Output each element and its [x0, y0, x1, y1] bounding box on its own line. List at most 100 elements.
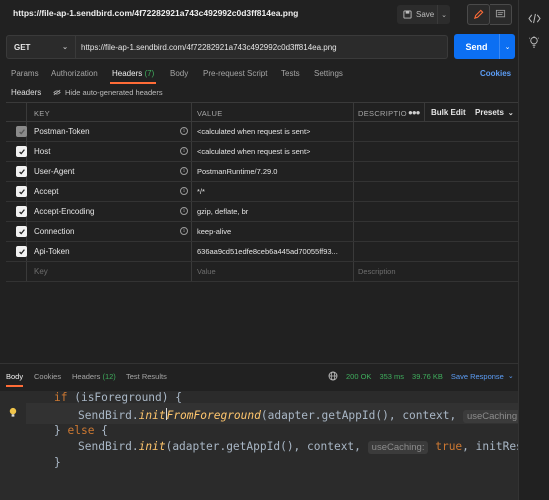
checkbox[interactable]	[16, 186, 27, 197]
info-icon[interactable]: i	[180, 127, 188, 135]
response-divider[interactable]	[0, 363, 518, 364]
method-select[interactable]: GET ⌄	[6, 35, 76, 59]
new-key-input[interactable]: Key	[34, 267, 48, 276]
response-tab-test-results[interactable]: Test Results	[126, 372, 167, 381]
checkbox[interactable]	[16, 226, 27, 237]
bulk-edit-button[interactable]: Bulk Edit	[431, 108, 466, 117]
request-tabs: Params Authorization Headers (7) Body Pr…	[0, 64, 518, 84]
send-label[interactable]: Send	[454, 42, 499, 52]
lightbulb-icon[interactable]	[8, 407, 18, 418]
header-key[interactable]: Accept-Encoding	[34, 207, 94, 216]
column-description: DESCRIPTIO	[358, 109, 407, 118]
active-response-tab-indicator	[6, 385, 23, 387]
cookies-link[interactable]: Cookies	[480, 69, 511, 78]
header-key[interactable]: Api-Token	[34, 247, 70, 256]
eye-off-icon	[53, 89, 61, 96]
save-button[interactable]: Save ⌄	[397, 5, 450, 24]
tab-settings[interactable]: Settings	[314, 69, 343, 78]
tab-headers-count: (7)	[144, 69, 155, 78]
tab-authorization[interactable]: Authorization	[51, 69, 98, 78]
send-button[interactable]: Send ⌄	[454, 34, 515, 59]
save-icon	[403, 10, 412, 19]
save-button-main[interactable]: Save	[397, 5, 437, 24]
tab-headers[interactable]: Headers (7)	[112, 69, 154, 78]
tab-body[interactable]: Body	[170, 69, 188, 78]
table-row[interactable]: Accept i */*	[6, 182, 518, 202]
new-description-input[interactable]: Description	[358, 267, 396, 276]
method-value: GET	[14, 42, 31, 52]
hide-auto-label: Hide auto-generated headers	[65, 88, 163, 97]
new-value-input[interactable]: Value	[197, 267, 216, 276]
code-line: if (isForeground) {	[54, 391, 182, 404]
right-sidebar	[518, 0, 549, 500]
response-tab-headers-count: (12)	[102, 372, 116, 381]
checkbox-disabled[interactable]	[16, 126, 27, 137]
header-value[interactable]: gzip, deflate, br	[197, 207, 248, 216]
header-key[interactable]: Host	[34, 147, 50, 156]
response-tab-cookies[interactable]: Cookies	[34, 372, 61, 381]
table-row[interactable]: User-Agent i PostmanRuntime/7.29.0	[6, 162, 518, 182]
column-key: KEY	[34, 109, 50, 118]
header-value[interactable]: PostmanRuntime/7.29.0	[197, 167, 277, 176]
info-icon[interactable]: i	[180, 147, 188, 155]
response-status: 200 OK 353 ms 39.76 KB Save Response ⌄	[328, 371, 514, 381]
hide-auto-generated-toggle[interactable]: Hide auto-generated headers	[53, 88, 163, 97]
info-icon[interactable]: i	[180, 187, 188, 195]
info-icon[interactable]: i	[180, 207, 188, 215]
header-key[interactable]: Accept	[34, 187, 58, 196]
globe-icon[interactable]	[328, 371, 338, 381]
table-row[interactable]: Host i <calculated when request is sent>	[6, 142, 518, 162]
response-size[interactable]: 39.76 KB	[412, 372, 443, 381]
response-body-viewer[interactable]: if (isForeground) { SendBird.initFromFor…	[0, 391, 518, 500]
checkbox[interactable]	[16, 146, 27, 157]
info-icon[interactable]: i	[180, 227, 188, 235]
table-row[interactable]: Accept-Encoding i gzip, deflate, br	[6, 202, 518, 222]
request-title[interactable]: https://file-ap-1.sendbird.com/4f7228292…	[13, 8, 298, 18]
chevron-down-icon: ⌄	[62, 44, 68, 51]
save-label: Save	[416, 10, 435, 19]
presets-label: Presets	[475, 108, 504, 117]
header-value[interactable]: */*	[197, 187, 205, 196]
table-row[interactable]: Connection i keep-alive	[6, 222, 518, 242]
column-divider	[424, 102, 425, 122]
response-tab-headers-label: Headers	[72, 372, 101, 381]
response-tab-headers[interactable]: Headers (12)	[72, 372, 116, 381]
presets-dropdown[interactable]: Presets ⌄	[475, 108, 514, 117]
checkbox[interactable]	[16, 166, 27, 177]
header-key[interactable]: Postman-Token	[34, 127, 90, 136]
info-icon[interactable]: i	[180, 167, 188, 175]
checkbox[interactable]	[16, 206, 27, 217]
header-key[interactable]: User-Agent	[34, 167, 74, 176]
table-row[interactable]: Api-Token 636aa9cd51edfe8ceb6a445ad70055…	[6, 242, 518, 262]
chevron-down-icon: ⌄	[507, 373, 514, 380]
pencil-icon[interactable]	[467, 4, 490, 25]
send-options-chevron-icon[interactable]: ⌄	[499, 34, 515, 59]
url-input[interactable]: https://file-ap-1.sendbird.com/4f7228292…	[76, 35, 448, 59]
save-response-label: Save Response	[450, 371, 504, 381]
response-tab-body[interactable]: Body	[6, 372, 23, 381]
chevron-down-icon: ⌄	[507, 109, 514, 117]
code-icon[interactable]	[528, 13, 541, 24]
header-value[interactable]: 636aa9cd51edfe8ceb6a445ad70055ff93...	[197, 247, 338, 256]
tab-tests[interactable]: Tests	[281, 69, 300, 78]
save-response-button[interactable]: Save Response ⌄	[451, 372, 514, 381]
code-line: SendBird.init(adapter.getAppId(), contex…	[78, 440, 518, 454]
new-header-row[interactable]: Key Value Description	[6, 262, 518, 282]
header-key[interactable]: Connection	[34, 227, 74, 236]
column-value: VALUE	[197, 109, 223, 118]
checkbox[interactable]	[16, 246, 27, 257]
status-code[interactable]: 200 OK	[346, 372, 371, 381]
tab-params[interactable]: Params	[11, 69, 39, 78]
more-options-icon[interactable]: ●●●	[408, 108, 420, 117]
response-time[interactable]: 353 ms	[379, 372, 404, 381]
save-options-chevron-icon[interactable]: ⌄	[437, 5, 450, 24]
table-row[interactable]: Postman-Token i <calculated when request…	[6, 122, 518, 142]
active-tab-indicator	[110, 82, 156, 84]
lightbulb-icon[interactable]	[528, 36, 540, 49]
tab-pre-request-script[interactable]: Pre-request Script	[203, 69, 267, 78]
header-value[interactable]: <calculated when request is sent>	[197, 147, 310, 156]
header-value[interactable]: keep-alive	[197, 227, 231, 236]
comment-icon[interactable]	[490, 4, 512, 25]
header-value[interactable]: <calculated when request is sent>	[197, 127, 310, 136]
code-line: SendBird.initFromForeground(adapter.getA…	[78, 408, 518, 423]
